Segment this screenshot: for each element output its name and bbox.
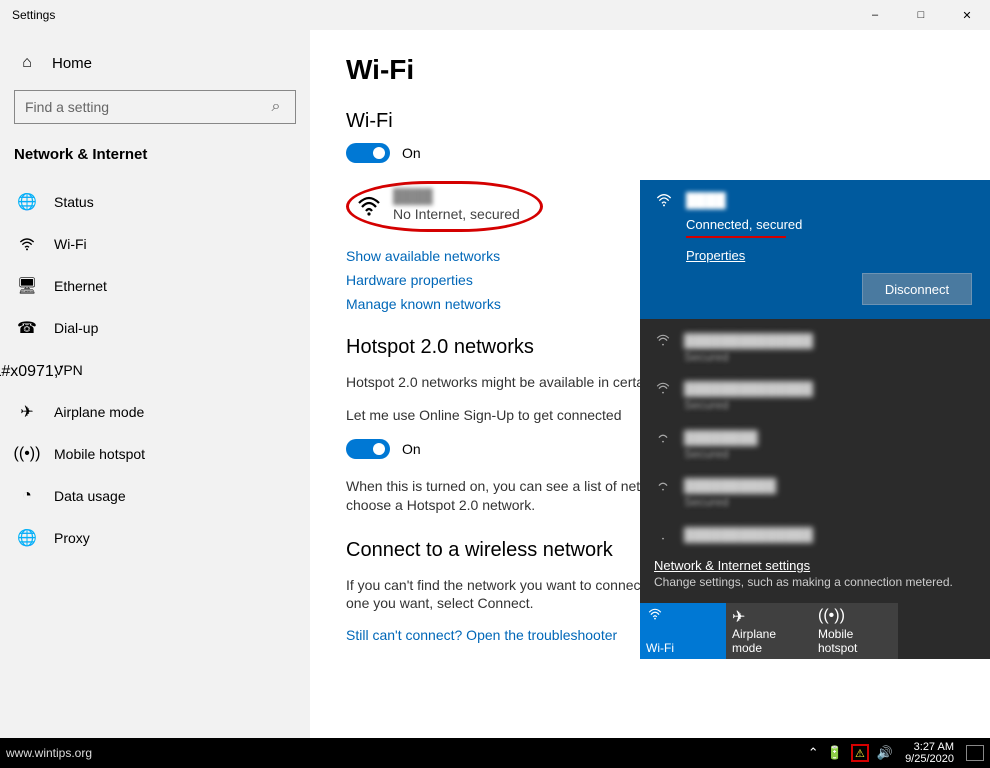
tile-hotspot[interactable]: ((•)) Mobile hotspot <box>812 603 898 659</box>
home-label: Home <box>52 55 92 72</box>
label: Status <box>54 194 94 210</box>
wifi-icon <box>18 235 36 253</box>
flyout-status: Connected, secured <box>654 217 976 232</box>
volume-icon[interactable]: 🔊 <box>877 745 893 761</box>
tile-label: Mobile hotspot <box>818 627 892 655</box>
globe-icon: 🌐 <box>18 193 36 211</box>
wifi-icon <box>654 192 674 211</box>
label: Proxy <box>54 530 90 546</box>
network-settings-link[interactable]: Network & Internet settings <box>654 558 810 573</box>
proxy-icon: 🌐 <box>18 529 36 547</box>
wifi-toggle-label: On <box>402 145 421 161</box>
window-title: Settings <box>12 8 55 22</box>
wifi-icon <box>654 381 672 398</box>
titlebar: Settings – □ ✕ <box>0 0 990 30</box>
date: 9/25/2020 <box>905 753 954 765</box>
time: 3:27 AM <box>914 741 954 753</box>
wifi-toggle[interactable] <box>346 143 390 163</box>
wifi-icon <box>654 333 672 350</box>
taskbar-url: www.wintips.org <box>0 746 92 760</box>
connected-network[interactable]: ████ No Internet, secured <box>346 181 543 232</box>
battery-icon[interactable]: 🔋 <box>827 745 843 761</box>
connected-text: ████ No Internet, secured <box>393 188 520 223</box>
wifi-icon <box>646 607 720 626</box>
wifi-icon <box>654 527 672 544</box>
label: Mobile hotspot <box>54 446 145 462</box>
minimize-button[interactable]: – <box>852 0 898 30</box>
sidebar-item-dialup[interactable]: ☎ Dial-up <box>0 307 310 349</box>
label: Data usage <box>54 488 126 504</box>
network-item[interactable]: ██████████████ <box>654 519 976 552</box>
network-item[interactable]: ██████████Secured <box>654 470 976 518</box>
sidebar: ⌂ Home Find a setting ⌕ Network & Intern… <box>0 30 310 738</box>
available-networks: ██████████████Secured ██████████████Secu… <box>640 319 990 552</box>
sidebar-item-status[interactable]: 🌐 Status <box>0 181 310 223</box>
properties-link[interactable]: Properties <box>654 248 745 263</box>
tile-wifi[interactable]: Wi-Fi <box>640 603 726 659</box>
tray-clock[interactable]: 3:27 AM 9/25/2020 <box>901 741 958 765</box>
connected-status: No Internet, secured <box>393 206 520 224</box>
home-icon: ⌂ <box>18 54 36 72</box>
wifi-tray-icon[interactable]: ⚠ <box>851 744 869 762</box>
wifi-section-header: Wi-Fi <box>346 110 954 133</box>
network-item[interactable]: ██████████████Secured <box>654 325 976 373</box>
window-controls: – □ ✕ <box>852 0 990 30</box>
label: Ethernet <box>54 278 107 294</box>
network-flyout: ████ Connected, secured Properties Disco… <box>640 180 990 659</box>
search-placeholder: Find a setting <box>25 99 109 115</box>
hotspot-icon: ((•)) <box>18 445 36 463</box>
sidebar-item-airplane[interactable]: ✈ Airplane mode <box>0 391 310 433</box>
flyout-head: ████ <box>654 192 976 211</box>
disconnect-button[interactable]: Disconnect <box>862 273 972 305</box>
airplane-icon: ✈ <box>732 607 806 627</box>
status-underline <box>686 236 786 238</box>
section-label: Network & Internet <box>0 142 310 181</box>
label: Wi-Fi <box>54 236 87 252</box>
datausage-icon: ◔ <box>18 487 36 505</box>
sidebar-item-proxy[interactable]: 🌐 Proxy <box>0 517 310 559</box>
wifi-signal-icon <box>355 194 383 218</box>
hotspot-toggle[interactable] <box>346 439 390 459</box>
wifi-icon <box>654 430 672 447</box>
flyout-settings: Network & Internet settings Change setti… <box>640 552 990 603</box>
system-tray: ⌃ 🔋 ⚠ 🔊 3:27 AM 9/25/2020 <box>808 741 990 765</box>
ethernet-icon: 🖥 <box>18 277 36 295</box>
hotspot-toggle-label: On <box>402 441 421 457</box>
wifi-toggle-row: On <box>346 143 954 163</box>
hotspot-icon: ((•)) <box>818 607 892 625</box>
sidebar-item-datausage[interactable]: ◔ Data usage <box>0 475 310 517</box>
tile-label: Airplane mode <box>732 627 806 655</box>
close-button[interactable]: ✕ <box>944 0 990 30</box>
airplane-icon: ✈ <box>18 403 36 421</box>
vpn-icon: &#x0971;ॱ <box>18 361 36 379</box>
sidebar-item-hotspot[interactable]: ((•)) Mobile hotspot <box>0 433 310 475</box>
dialup-icon: ☎ <box>18 319 36 337</box>
home-button[interactable]: ⌂ Home <box>0 44 310 82</box>
action-center-icon[interactable] <box>966 745 984 761</box>
flyout-connected-panel: ████ Connected, secured Properties Disco… <box>640 180 990 319</box>
sidebar-item-ethernet[interactable]: 🖥 Ethernet <box>0 265 310 307</box>
chevron-up-icon[interactable]: ⌃ <box>808 745 819 761</box>
quick-tiles: Wi-Fi ✈ Airplane mode ((•)) Mobile hotsp… <box>640 603 990 659</box>
label: VPN <box>54 362 83 378</box>
label: Dial-up <box>54 320 98 336</box>
tile-airplane[interactable]: ✈ Airplane mode <box>726 603 812 659</box>
network-item[interactable]: ██████████████Secured <box>654 373 976 421</box>
search-input[interactable]: Find a setting ⌕ <box>14 90 296 124</box>
flyout-ssid: ████ <box>686 192 726 211</box>
label: Airplane mode <box>54 404 144 420</box>
sidebar-item-wifi[interactable]: Wi-Fi <box>0 223 310 265</box>
connected-ssid: ████ <box>393 188 520 206</box>
wifi-icon <box>654 478 672 495</box>
sidebar-item-vpn[interactable]: &#x0971;ॱ VPN <box>0 349 310 391</box>
taskbar: www.wintips.org ⌃ 🔋 ⚠ 🔊 3:27 AM 9/25/202… <box>0 738 990 768</box>
network-item[interactable]: ████████Secured <box>654 422 976 470</box>
network-settings-sub: Change settings, such as making a connec… <box>654 575 976 589</box>
tile-label: Wi-Fi <box>646 641 720 655</box>
page-title: Wi-Fi <box>346 54 954 86</box>
maximize-button[interactable]: □ <box>898 0 944 30</box>
search-icon: ⌕ <box>267 98 285 116</box>
